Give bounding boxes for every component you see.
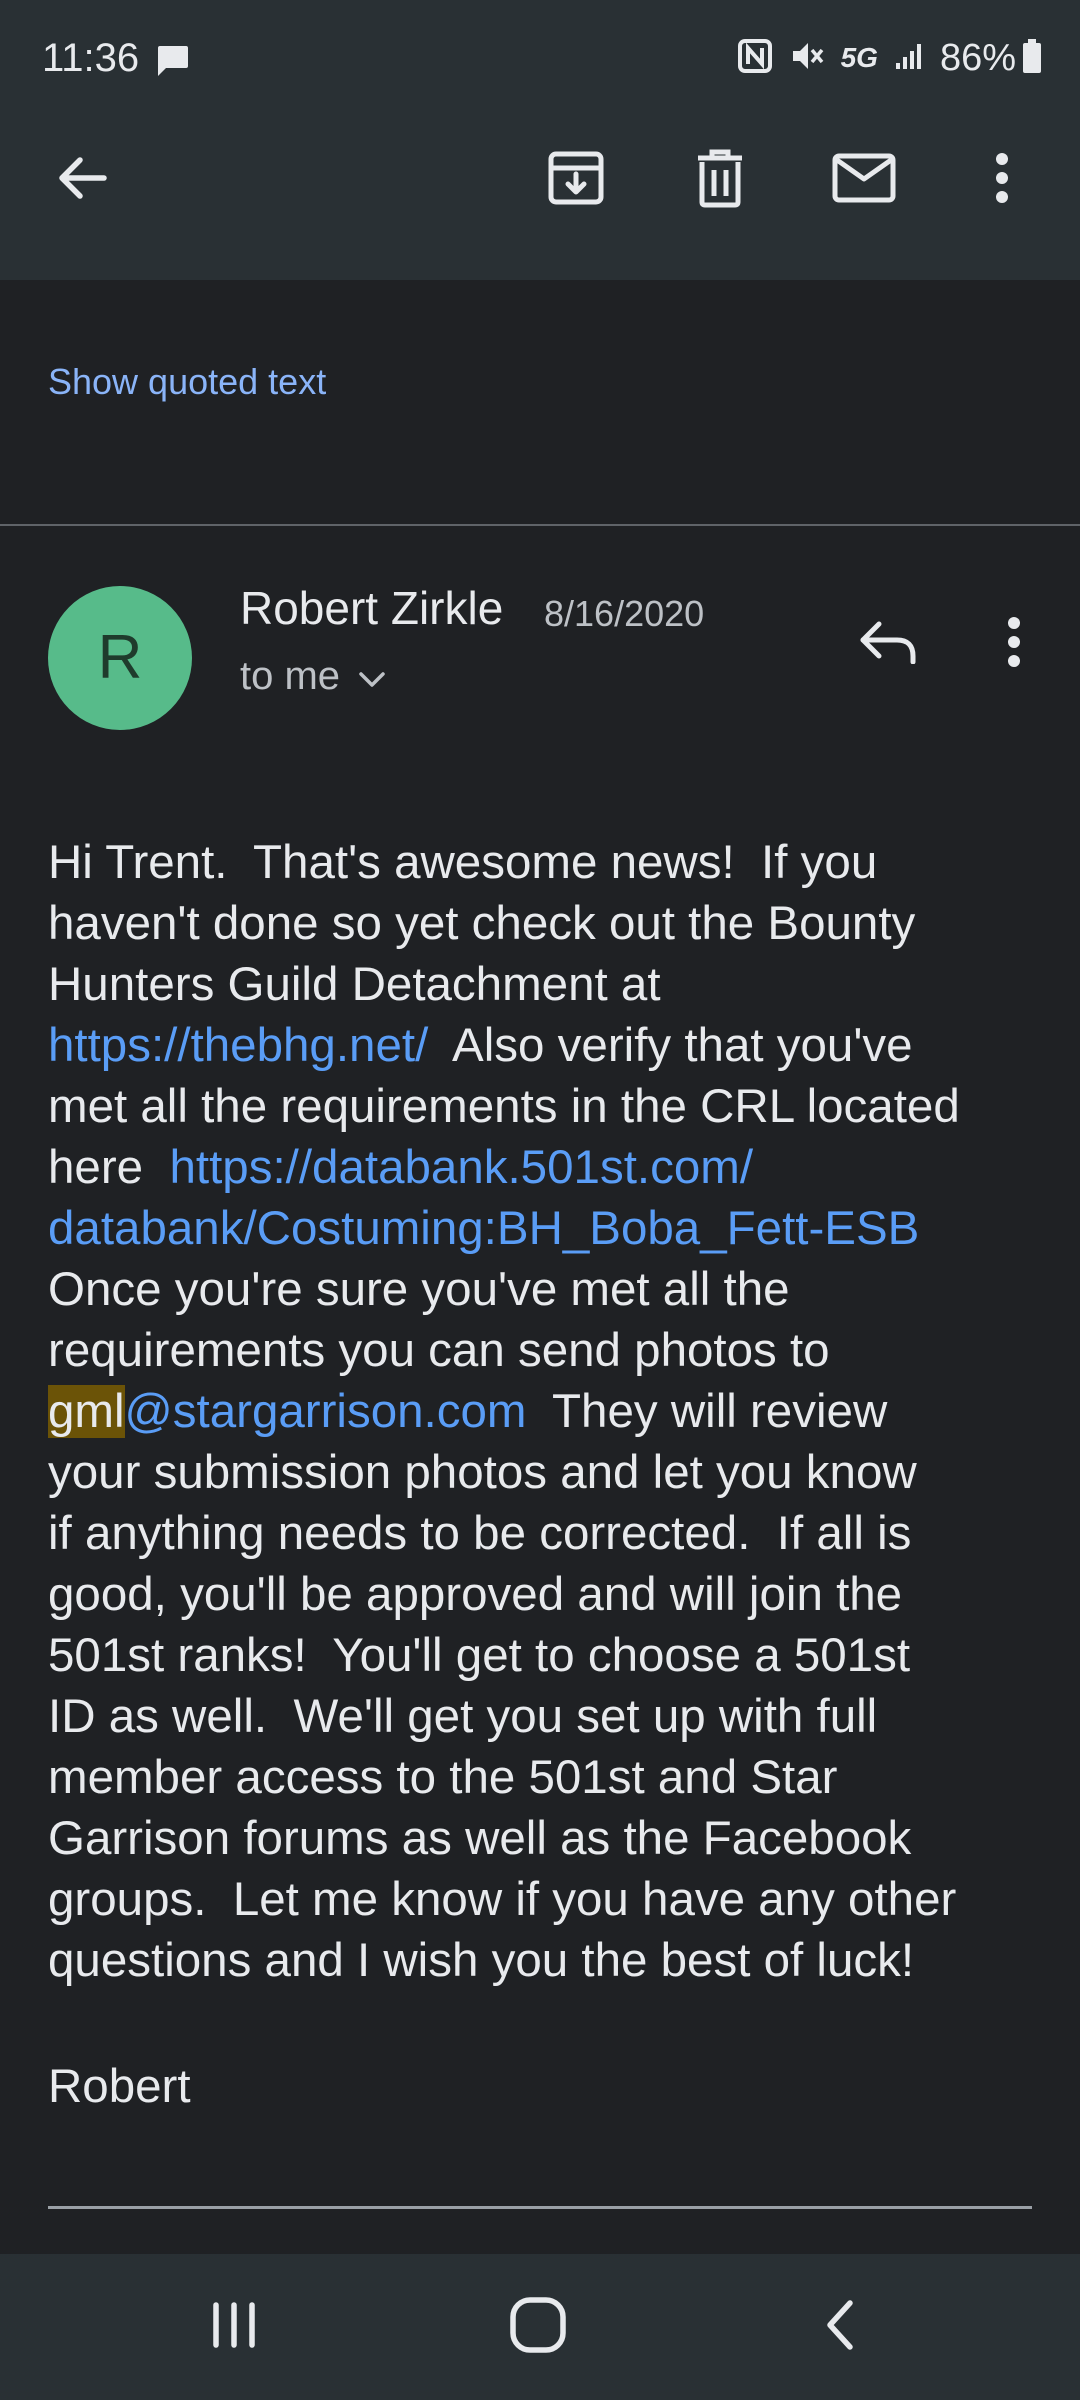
status-time: 11:36 xyxy=(42,36,140,80)
email-link[interactable]: @stargarrison.com xyxy=(125,1385,527,1438)
search-highlight: gml xyxy=(48,1385,125,1438)
battery-percent: 86% xyxy=(939,37,1016,79)
body-line: questions and I wish you the best of luc… xyxy=(48,1934,915,1987)
reply-icon xyxy=(859,620,917,669)
home-button[interactable] xyxy=(478,2272,598,2382)
body-line: gml@stargarrison.com They will review xyxy=(48,1381,1058,1442)
body-line: Hi Trent. That's awesome news! If you xyxy=(48,836,878,889)
body-line: met all the requirements in the CRL loca… xyxy=(48,1080,960,1133)
reply-button[interactable] xyxy=(840,596,936,692)
mute-icon xyxy=(789,38,825,79)
archive-icon xyxy=(546,148,606,213)
body-line: ID as well. We'll get you set up with fu… xyxy=(48,1690,878,1743)
databank-link-continued[interactable]: databank/Costuming:BH_Boba_Fett-ESB xyxy=(48,1202,919,1255)
recipient-details-toggle[interactable]: to me xyxy=(240,650,386,702)
body-text-fragment: They will review xyxy=(526,1385,888,1438)
more-vert-icon xyxy=(1006,616,1022,673)
body-line: good, you'll be approved and will join t… xyxy=(48,1568,903,1621)
body-line: your submission photos and let you know xyxy=(48,1446,917,1499)
sender-name[interactable]: Robert Zirkle xyxy=(240,580,503,636)
more-vert-icon xyxy=(994,152,1010,209)
body-line: haven't done so yet check out the Bounty xyxy=(48,897,916,950)
email-thread: Show quoted text R Robert Zirkle 8/16/20… xyxy=(0,280,1080,2254)
more-options-button[interactable] xyxy=(954,120,1050,240)
back-arrow-icon xyxy=(54,154,110,207)
message-date: 8/16/2020 xyxy=(544,593,705,634)
body-line: https://thebhg.net/ Also verify that you… xyxy=(48,1015,1058,1076)
body-line: member access to the 501st and Star xyxy=(48,1751,838,1804)
body-line: Once you're sure you've met all the xyxy=(48,1263,790,1316)
body-line: here https://databank.501st.com/ xyxy=(48,1137,1058,1198)
status-icons: 5G 86% xyxy=(721,32,1042,84)
recents-icon xyxy=(206,2297,262,2358)
archive-button[interactable] xyxy=(528,120,624,240)
bhg-link[interactable]: https://thebhg.net/ xyxy=(48,1019,428,1072)
body-text-fragment: here xyxy=(48,1141,170,1194)
nfc-icon xyxy=(737,38,773,79)
recipient-label: to me xyxy=(240,654,341,698)
body-line: requirements you can send photos to xyxy=(48,1324,830,1377)
status-bar: 11:36 5G 86% xyxy=(0,0,1080,120)
email-toolbar xyxy=(0,120,1080,280)
battery-icon xyxy=(1022,38,1042,79)
back-nav-button[interactable] xyxy=(780,2272,900,2382)
previous-message-fragment xyxy=(48,280,60,296)
body-line: if anything needs to be corrected. If al… xyxy=(48,1507,912,1560)
delete-icon xyxy=(694,148,746,213)
body-line: groups. Let me know if you have any othe… xyxy=(48,1873,957,1926)
chevron-down-icon xyxy=(358,650,386,702)
body-line: Hunters Guild Detachment at xyxy=(48,958,661,1011)
quoted-divider xyxy=(48,2206,1032,2209)
home-icon xyxy=(508,2295,568,2360)
show-quoted-text-link[interactable]: Show quoted text xyxy=(48,360,326,404)
mail-icon xyxy=(832,153,896,208)
quoted-header-fragment xyxy=(48,2232,61,2254)
body-text-fragment: Also verify that you've xyxy=(428,1019,913,1072)
message-notification-icon xyxy=(154,44,190,83)
delete-button[interactable] xyxy=(672,120,768,240)
body-line: Garrison forums as well as the Facebook xyxy=(48,1812,912,1865)
network-type: 5G xyxy=(840,42,878,73)
back-button[interactable] xyxy=(34,120,130,240)
signal-icon xyxy=(894,41,924,76)
body-line: databank/Costuming:BH_Boba_Fett-ESB xyxy=(48,1198,1058,1259)
message-body: Hi Trent. That's awesome news! If you ha… xyxy=(48,832,1058,1991)
avatar[interactable]: R xyxy=(48,586,192,730)
message-divider xyxy=(0,524,1080,526)
recents-button[interactable] xyxy=(174,2272,294,2382)
signature: Robert xyxy=(48,2060,191,2113)
databank-link[interactable]: https://databank.501st.com/ xyxy=(169,1141,753,1194)
system-navigation-bar xyxy=(0,2254,1080,2400)
chevron-left-icon xyxy=(822,2297,858,2358)
body-line: 501st ranks! You'll get to choose a 501s… xyxy=(48,1629,911,1682)
message-more-button[interactable] xyxy=(966,596,1062,692)
mark-unread-button[interactable] xyxy=(816,120,912,240)
